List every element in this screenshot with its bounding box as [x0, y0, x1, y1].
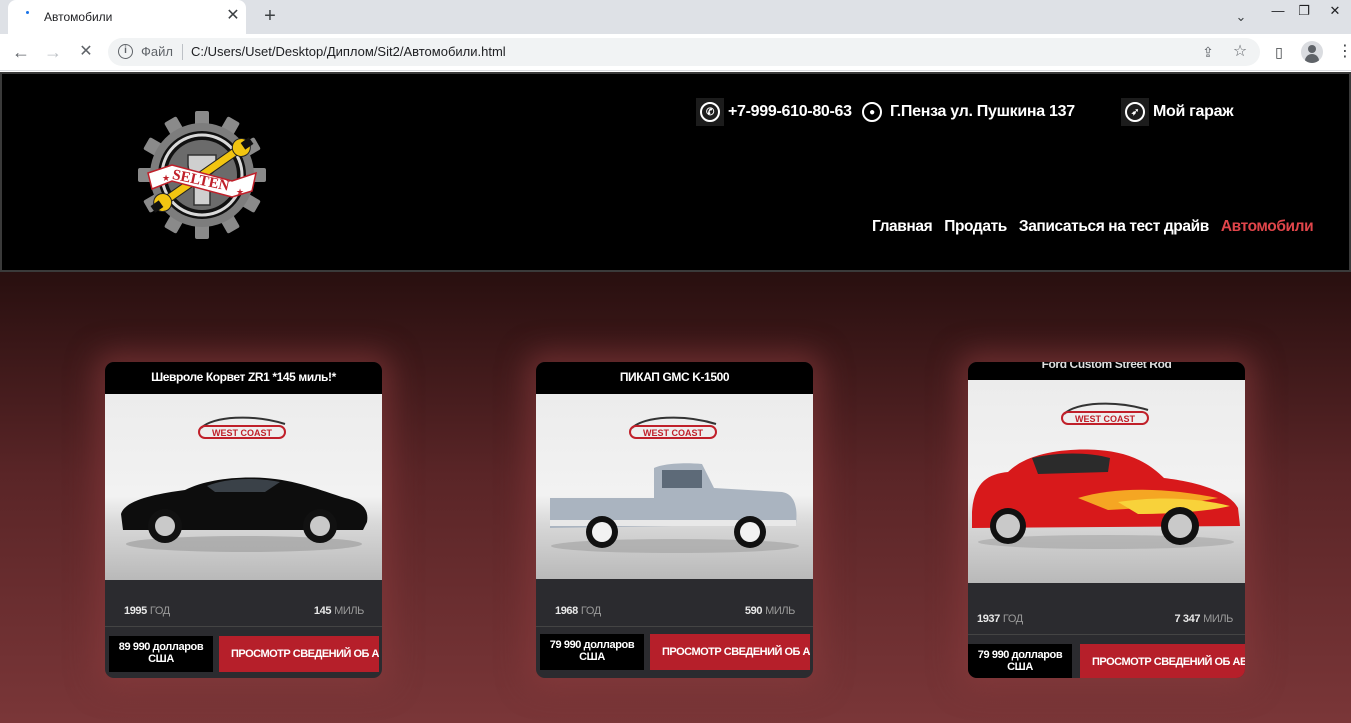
browser-toolbar: ← → ✕ i Файл C:/Users/Uset/Desktop/Дипло…: [0, 34, 1351, 71]
share-icon[interactable]: ⇪: [1199, 43, 1217, 61]
car-mileage: 590 МИЛЬ: [744, 605, 795, 617]
selten-logo[interactable]: SELTEN ★ ★: [135, 108, 269, 242]
address-text: Г.Пенза ул. Пушкина 137: [890, 103, 1075, 120]
car-price: 79 990 долларов США: [968, 644, 1072, 678]
car-price: 79 990 долларов США: [540, 634, 644, 670]
nav-cars[interactable]: Автомобили: [1221, 218, 1314, 236]
car-stats: 1937 ГОД 7 347 МИЛЬ: [968, 605, 1245, 635]
browser-tab[interactable]: Автомобили ✕: [8, 0, 246, 34]
tab-strip: Автомобили ✕ + ⌄ — ❐ ✕: [0, 0, 1351, 34]
view-details-button[interactable]: ПРОСМОТР СВЕДЕНИЙ ОБ АВТОМОБИЛЕ: [1080, 644, 1245, 678]
tab-search-icon[interactable]: ⌄: [1231, 7, 1251, 27]
profile-avatar[interactable]: [1301, 41, 1323, 63]
phone-contact[interactable]: ✆ +7-999-610-80-63: [696, 98, 852, 126]
car-card: ПИКАП GMC K-1500 WEST COAST 1968 ГОД 590 М…: [536, 362, 813, 678]
car-mileage: 7 347 МИЛЬ: [1174, 613, 1234, 625]
browser-menu-icon[interactable]: ⋮: [1334, 41, 1351, 63]
view-details-button[interactable]: ПРОСМОТР СВЕДЕНИЙ ОБ АВТОМОБИЛЕ: [219, 636, 379, 672]
loading-icon: [26, 11, 29, 14]
west-coast-logo: WEST COAST: [629, 416, 717, 439]
address-contact: ● Г.Пенза ул. Пушкина 137: [858, 98, 1075, 126]
address-separator: [182, 44, 183, 60]
car-title: Шевроле Корвет ZR1 *145 миль!*: [105, 362, 382, 394]
stop-loading-button[interactable]: ✕: [74, 40, 98, 64]
nav-test-drive[interactable]: Записаться на тест драйв: [1019, 218, 1209, 236]
car-title: ПИКАП GMC K-1500: [536, 362, 813, 394]
garage-icon: ➶: [1121, 98, 1149, 126]
tab-close-icon[interactable]: ✕: [224, 7, 242, 25]
svg-text:★: ★: [162, 173, 170, 183]
car-price: 89 990 долларов США: [109, 636, 213, 672]
car-mileage: 145 МИЛЬ: [313, 605, 364, 617]
west-coast-logo: WEST COAST: [198, 416, 286, 439]
new-tab-button[interactable]: +: [258, 5, 282, 29]
url-text[interactable]: C:/Users/Uset/Desktop/Диплом/Sit2/Автомо…: [191, 44, 506, 59]
my-garage-link[interactable]: ➶ Мой гараж: [1121, 98, 1234, 126]
svg-text:WEST COAST: WEST COAST: [643, 428, 704, 438]
address-bar[interactable]: i Файл C:/Users/Uset/Desktop/Диплом/Sit2…: [108, 38, 1260, 66]
phone-icon: ✆: [696, 98, 724, 126]
car-card: Шевроле Корвет ZR1 *145 миль!* WEST COAS…: [105, 362, 382, 678]
scheme-label: Файл: [141, 44, 173, 59]
main-nav: Главная Продать Записаться на тест драйв…: [872, 218, 1314, 236]
car-photo[interactable]: WEST COAST: [968, 380, 1245, 583]
car-stats: 1968 ГОД 590 МИЛЬ: [536, 597, 813, 627]
nav-home[interactable]: Главная: [872, 218, 933, 236]
bookmark-star-icon[interactable]: ☆: [1231, 43, 1249, 61]
window-restore-button[interactable]: ❐: [1289, 2, 1319, 22]
car-image: [972, 449, 1240, 549]
car-card: Ford Custom Street Rod WEST COAST 1937 ГО…: [968, 362, 1245, 678]
view-details-button[interactable]: ПРОСМОТР СВЕДЕНИЙ ОБ АВТОМОБИЛЕ: [650, 634, 810, 670]
location-pin-icon: ●: [858, 98, 886, 126]
car-stats: 1995 ГОД 145 МИЛЬ: [105, 597, 382, 627]
car-image: [550, 463, 799, 553]
side-panel-icon[interactable]: ▯: [1268, 41, 1290, 63]
back-button[interactable]: ←: [9, 40, 33, 64]
tab-title: Автомобили: [44, 10, 113, 24]
window-close-button[interactable]: ✕: [1320, 2, 1350, 22]
car-photo[interactable]: WEST COAST: [536, 394, 813, 579]
svg-text:WEST COAST: WEST COAST: [1075, 414, 1136, 424]
west-coast-logo: WEST COAST: [1061, 402, 1149, 425]
svg-text:★: ★: [236, 187, 244, 197]
car-image: [121, 477, 368, 552]
car-title: Ford Custom Street Rod: [968, 362, 1245, 380]
site-header: SELTEN ★ ★ ✆ +7-999-610-80-63 ● Г.Пенза …: [0, 72, 1351, 272]
forward-button[interactable]: →: [41, 40, 65, 64]
phone-number[interactable]: +7-999-610-80-63: [728, 103, 852, 121]
page: SELTEN ★ ★ ✆ +7-999-610-80-63 ● Г.Пенза …: [0, 72, 1351, 723]
car-year: 1937 ГОД: [977, 613, 1023, 625]
nav-sell[interactable]: Продать: [944, 218, 1007, 236]
car-photo[interactable]: WEST COAST: [105, 394, 382, 580]
svg-text:WEST COAST: WEST COAST: [212, 428, 273, 438]
car-year: 1968 ГОД: [555, 605, 601, 617]
site-info-icon[interactable]: i: [118, 44, 133, 59]
my-garage-label[interactable]: Мой гараж: [1153, 103, 1234, 121]
car-year: 1995 ГОД: [124, 605, 170, 617]
